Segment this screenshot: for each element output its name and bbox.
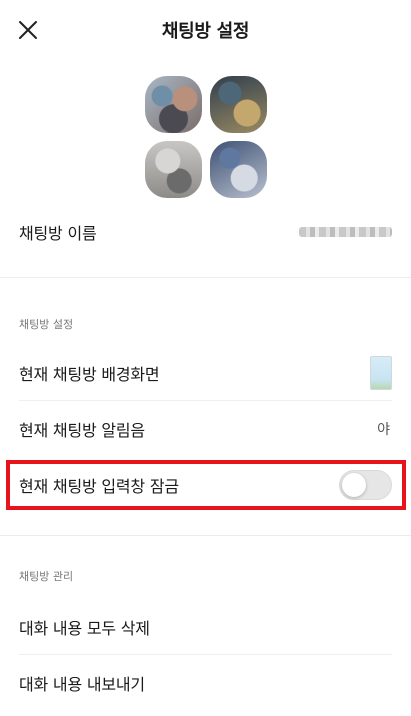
chat-name-value-blurred <box>299 227 392 237</box>
input-lock-label: 현재 채팅방 입력창 잠금 <box>19 477 179 496</box>
avatar-tile <box>210 76 267 133</box>
notification-sound-label: 현재 채팅방 알림음 <box>19 421 145 440</box>
background-row[interactable]: 현재 채팅방 배경화면 <box>0 348 411 398</box>
export-label: 대화 내용 내보내기 <box>19 675 145 694</box>
header: 채팅방 설정 <box>0 0 411 60</box>
notification-sound-row[interactable]: 현재 채팅방 알림음 야 <box>0 404 411 454</box>
delete-all-label: 대화 내용 모두 삭제 <box>19 619 150 638</box>
avatar-tile <box>145 141 202 198</box>
chat-room-avatar[interactable] <box>145 76 267 198</box>
row-divider <box>19 400 392 401</box>
section-divider <box>0 277 411 278</box>
notification-sound-value: 야 <box>377 422 390 438</box>
background-label: 현재 채팅방 배경화면 <box>19 365 160 384</box>
avatar-tile <box>145 76 202 133</box>
export-row[interactable]: 대화 내용 내보내기 <box>0 658 411 708</box>
toggle-knob <box>342 473 366 497</box>
section-title-settings: 채팅방 설정 <box>19 318 74 331</box>
input-lock-toggle[interactable] <box>339 470 392 500</box>
background-thumbnail <box>370 356 392 390</box>
avatar-tile <box>210 141 267 198</box>
input-lock-row[interactable]: 현재 채팅방 입력창 잠금 <box>0 462 411 508</box>
row-divider <box>19 654 392 655</box>
section-title-management: 채팅방 관리 <box>19 570 74 583</box>
page-title: 채팅방 설정 <box>161 21 250 42</box>
chat-name-label: 채팅방 이름 <box>19 224 97 243</box>
delete-all-row[interactable]: 대화 내용 모두 삭제 <box>0 602 411 652</box>
chat-name-row[interactable]: 채팅방 이름 <box>0 208 411 256</box>
section-divider <box>0 535 411 536</box>
